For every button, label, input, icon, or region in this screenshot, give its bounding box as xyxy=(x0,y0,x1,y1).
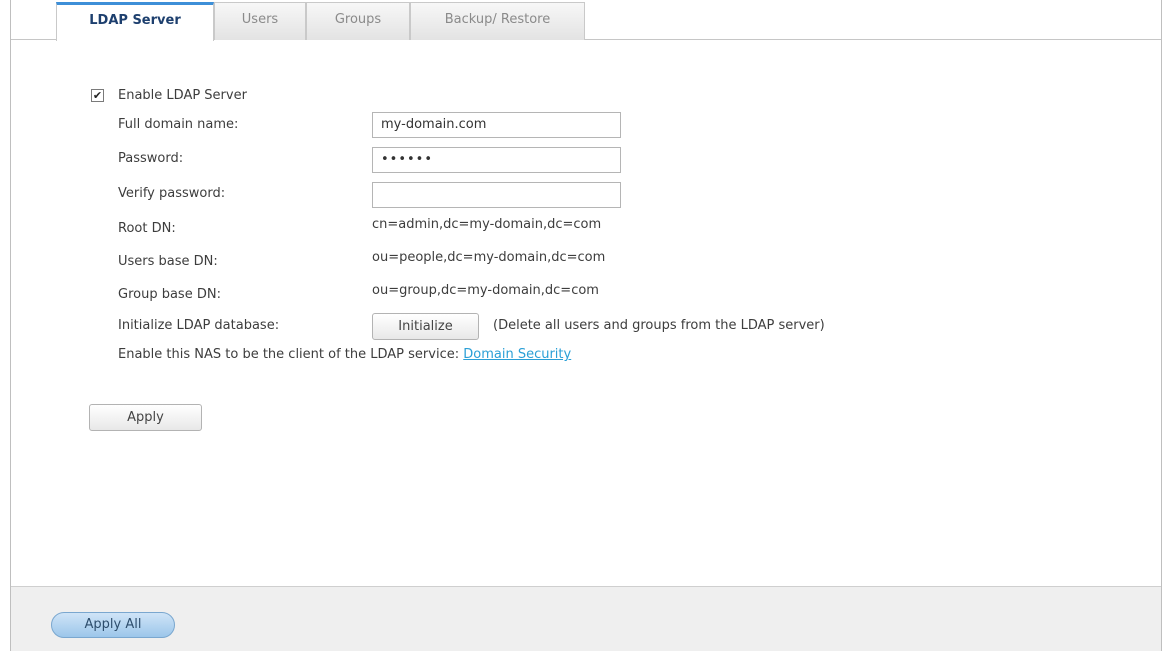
domain-security-link[interactable]: Domain Security xyxy=(463,347,571,362)
group-base-dn-value: ou=group,dc=my-domain,dc=com xyxy=(372,283,599,298)
full-domain-label: Full domain name: xyxy=(118,117,239,132)
password-input[interactable]: •••••• xyxy=(372,147,621,173)
full-domain-input[interactable]: my-domain.com xyxy=(372,112,621,138)
tab-ldap-server[interactable]: LDAP Server xyxy=(56,2,214,41)
users-base-dn-value: ou=people,dc=my-domain,dc=com xyxy=(372,250,606,265)
password-label: Password: xyxy=(118,151,184,166)
group-base-dn-label: Group base DN: xyxy=(118,287,221,302)
ldap-server-panel: LDAP Server Users Groups Backup/ Restore… xyxy=(10,0,1162,651)
initialize-note: (Delete all users and groups from the LD… xyxy=(493,318,825,333)
tab-users[interactable]: Users xyxy=(214,2,306,40)
apply-button[interactable]: Apply xyxy=(89,404,202,431)
verify-password-input[interactable] xyxy=(372,182,621,208)
verify-password-label: Verify password: xyxy=(118,186,226,201)
ldap-client-row: Enable this NAS to be the client of the … xyxy=(118,347,571,362)
initialize-button[interactable]: Initialize xyxy=(372,313,479,340)
tab-backup-restore[interactable]: Backup/ Restore xyxy=(410,2,585,40)
apply-all-button[interactable]: Apply All xyxy=(51,612,175,638)
enable-ldap-checkbox[interactable]: ✔ xyxy=(91,89,104,102)
footer-bar: Apply All xyxy=(11,586,1161,651)
root-dn-label: Root DN: xyxy=(118,221,176,236)
ldap-client-text: Enable this NAS to be the client of the … xyxy=(118,347,460,362)
init-ldap-label: Initialize LDAP database: xyxy=(118,318,280,333)
tab-groups[interactable]: Groups xyxy=(306,2,410,40)
users-base-dn-label: Users base DN: xyxy=(118,254,218,269)
tab-bar: LDAP Server Users Groups Backup/ Restore xyxy=(11,0,1161,41)
enable-ldap-label: Enable LDAP Server xyxy=(118,88,247,103)
root-dn-value: cn=admin,dc=my-domain,dc=com xyxy=(372,217,602,232)
